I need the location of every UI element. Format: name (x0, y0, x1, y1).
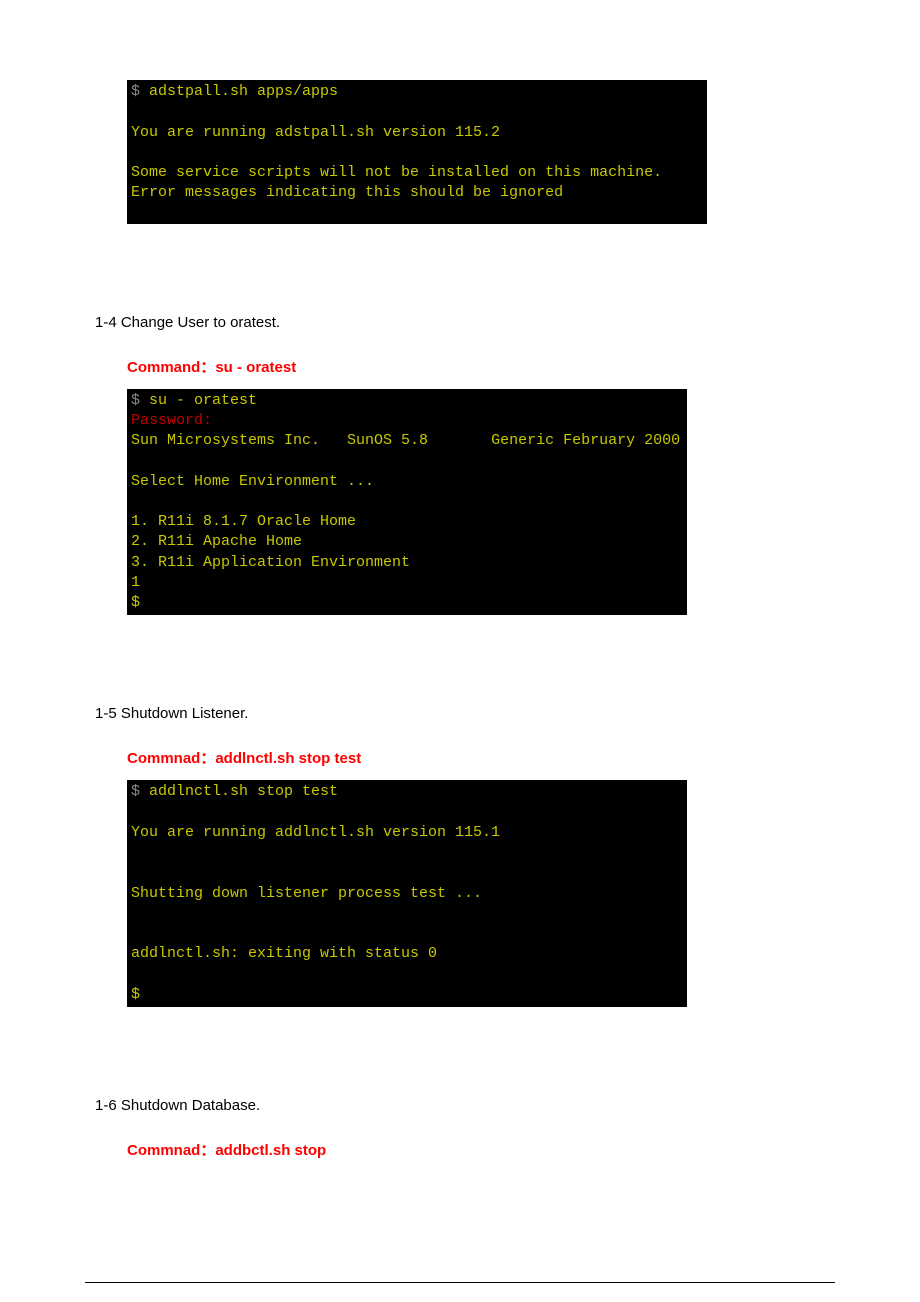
step-heading-1-5: 1-5 Shutdown Listener. (95, 705, 835, 722)
step-heading-1-4: 1-4 Change User to oratest. (95, 314, 835, 331)
terminal-line: Sun Microsystems Inc. SunOS 5.8 (131, 432, 428, 449)
terminal-prompt: $ (131, 83, 140, 100)
command-line-su: Command：su - oratest (127, 356, 835, 377)
command-label: Commnad： (127, 750, 215, 767)
terminal-line: You are running addlnctl.sh version 115.… (131, 824, 500, 841)
terminal-output-addlnctl: $ addlnctl.sh stop test You are running … (127, 780, 687, 1007)
terminal-line: 3. R11i Application Environment (131, 554, 410, 571)
command-text: su - oratest (215, 359, 296, 376)
terminal-prompt: $ (131, 783, 140, 800)
command-label: Commnad： (127, 1142, 215, 1159)
command-line-addlnctl: Commnad：addlnctl.sh stop test (127, 747, 835, 768)
terminal-line: addlnctl.sh: exiting with status 0 (131, 945, 437, 962)
terminal-line: 1 (131, 574, 140, 591)
terminal-line: $ (131, 594, 140, 611)
footer-divider (85, 1282, 835, 1283)
terminal-line: Generic February 2000 (428, 432, 680, 449)
terminal-line: Error messages indicating this should be… (131, 184, 563, 201)
step-heading-1-6: 1-6 Shutdown Database. (95, 1097, 835, 1114)
terminal-line: Shutting down listener process test ... (131, 885, 482, 902)
terminal-command: adstpall.sh apps/apps (140, 83, 338, 100)
terminal-line: Some service scripts will not be install… (131, 164, 662, 181)
document-page: $ adstpall.sh apps/apps You are running … (0, 0, 920, 1232)
terminal-command: su - oratest (140, 392, 257, 409)
terminal-output-adstpall: $ adstpall.sh apps/apps You are running … (127, 80, 707, 224)
command-text: addbctl.sh stop (215, 1142, 326, 1159)
terminal-line: 1. R11i 8.1.7 Oracle Home (131, 513, 356, 530)
terminal-line: $ (131, 986, 140, 1003)
command-text: addlnctl.sh stop test (215, 750, 361, 767)
terminal-prompt: $ (131, 392, 140, 409)
terminal-line: Select Home Environment ... (131, 473, 374, 490)
terminal-command: addlnctl.sh stop test (140, 783, 338, 800)
command-line-addbctl: Commnad：addbctl.sh stop (127, 1139, 835, 1160)
command-label: Command： (127, 359, 215, 376)
terminal-password-label: Password: (131, 412, 212, 429)
terminal-line: You are running adstpall.sh version 115.… (131, 124, 500, 141)
terminal-output-su: $ su - oratest Password: Sun Microsystem… (127, 389, 687, 616)
terminal-line: 2. R11i Apache Home (131, 533, 302, 550)
